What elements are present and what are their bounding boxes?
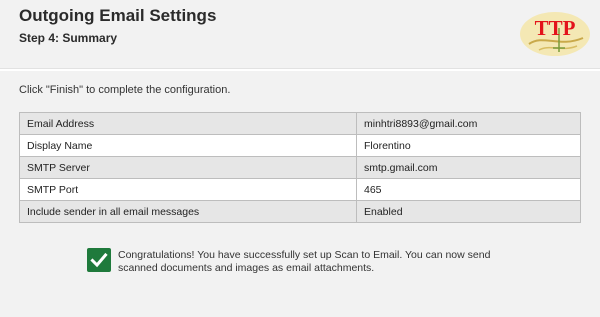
table-row: Display Name Florentino (19, 134, 581, 157)
page-title: Outgoing Email Settings (19, 6, 217, 25)
header-divider (0, 68, 600, 71)
logo-wordmark: TTP (535, 16, 576, 40)
row-label: Display Name (19, 134, 357, 157)
table-row: Email Address minhtri8893@gmail.com (19, 112, 581, 135)
row-value: smtp.gmail.com (356, 156, 581, 179)
table-row: SMTP Server smtp.gmail.com (19, 156, 581, 179)
row-label: Email Address (19, 112, 357, 135)
ttp-logo: TTP (520, 12, 590, 56)
row-value: minhtri8893@gmail.com (356, 112, 581, 135)
row-label: SMTP Server (19, 156, 357, 179)
page-header: Outgoing Email Settings Step 4: Summary … (0, 0, 600, 68)
row-label: Include sender in all email messages (19, 200, 357, 223)
table-row: SMTP Port 465 (19, 178, 581, 201)
row-value: Enabled (356, 200, 581, 223)
success-text: Congratulations! You have successfully s… (118, 249, 491, 274)
instruction-text: Click "Finish" to complete the configura… (19, 84, 231, 96)
summary-table: Email Address minhtri8893@gmail.com Disp… (19, 112, 581, 223)
row-value: 465 (356, 178, 581, 201)
row-label: SMTP Port (19, 178, 357, 201)
checkmark-icon (87, 248, 111, 272)
row-value: Florentino (356, 134, 581, 157)
table-row: Include sender in all email messages Ena… (19, 200, 581, 223)
step-subtitle: Step 4: Summary (19, 31, 118, 45)
